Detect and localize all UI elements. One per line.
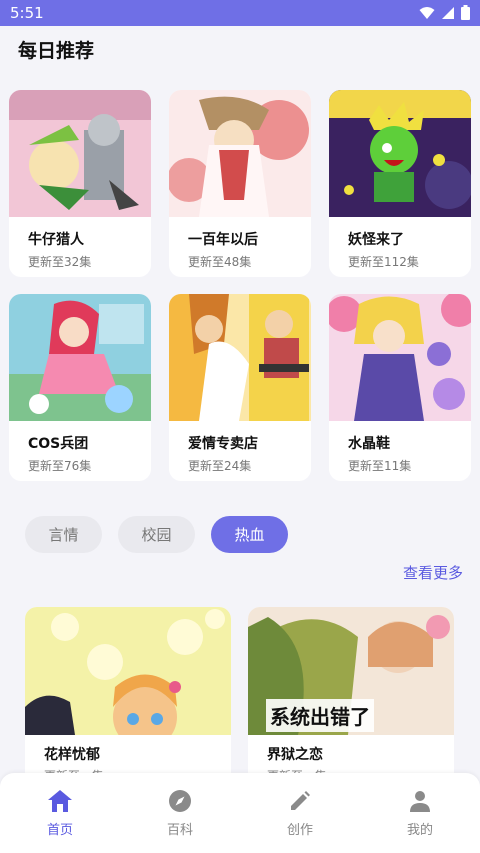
pencil-icon [291, 791, 310, 810]
comic-title: 妖怪来了 [348, 232, 404, 248]
comic-cover [9, 294, 151, 421]
page-title: 每日推荐 [18, 40, 95, 62]
comic-cover [169, 90, 311, 217]
chip-romance[interactable]: 言情 [25, 516, 102, 553]
comic-cover [25, 607, 231, 735]
comic-episodes: 更新至32集 [28, 255, 92, 269]
comic-card[interactable]: COS兵团 更新至76集 [9, 294, 151, 481]
home-icon [48, 790, 72, 812]
comic-title: 爱情专卖店 [188, 436, 258, 452]
tab-home[interactable]: 首页 [0, 773, 120, 853]
tab-label: 百科 [166, 823, 193, 838]
chip-campus[interactable]: 校园 [118, 516, 195, 553]
see-more-link[interactable]: 查看更多 [403, 562, 463, 583]
comic-card[interactable]: 妖怪来了 更新至112集 [329, 90, 471, 277]
chip-action[interactable]: 热血 [211, 516, 288, 553]
wifi-icon [419, 6, 435, 19]
comic-episodes: 更新至76集 [28, 459, 92, 473]
tab-label: 创作 [286, 823, 313, 838]
comic-episodes: 更新至112集 [348, 255, 419, 269]
comic-title: COS兵团 [28, 436, 89, 452]
person-icon [410, 791, 430, 812]
comic-episodes: 更新至48集 [188, 255, 252, 269]
signal-icon [442, 6, 454, 19]
compass-icon [169, 790, 191, 812]
comic-card[interactable]: 水晶鞋 更新至11集 [329, 294, 471, 481]
tab-label: 我的 [406, 823, 433, 838]
cover-overlay-text: 系统出错了 [266, 699, 374, 732]
comic-episodes: 更新至11集 [348, 459, 412, 473]
category-chips: 言情 校园 热血 [25, 516, 288, 553]
comic-cover: 系统出错了 [248, 607, 454, 735]
comic-title: 界狱之恋 [267, 747, 323, 763]
bottom-tab-bar: 首页 百科 创作 我的 [0, 773, 480, 853]
tab-mine[interactable]: 我的 [360, 773, 480, 853]
comic-cover [9, 90, 151, 217]
comic-card[interactable]: 一百年以后 更新至48集 [169, 90, 311, 277]
comic-cover [329, 90, 471, 217]
comic-card-wide[interactable]: 系统出错了 界狱之恋 更新至...集 [248, 607, 454, 787]
battery-icon [461, 5, 470, 20]
comic-title: 水晶鞋 [348, 436, 390, 452]
comic-cover [329, 294, 471, 421]
comic-episodes: 更新至24集 [188, 459, 252, 473]
comic-card[interactable]: 爱情专卖店 更新至24集 [169, 294, 311, 481]
status-icons [419, 5, 470, 20]
status-bar: 5:51 [0, 0, 480, 26]
comic-title: 花样忧郁 [44, 747, 100, 763]
tab-label: 首页 [46, 823, 73, 838]
status-time: 5:51 [10, 4, 44, 22]
comic-title: 牛仔猎人 [28, 232, 84, 248]
tab-encyclopedia[interactable]: 百科 [120, 773, 240, 853]
comic-card-wide[interactable]: 花样忧郁 更新至...集 [25, 607, 231, 787]
comic-card[interactable]: 牛仔猎人 更新至32集 [9, 90, 151, 277]
comic-title: 一百年以后 [188, 232, 258, 248]
tab-create[interactable]: 创作 [240, 773, 360, 853]
comic-cover [169, 294, 311, 421]
